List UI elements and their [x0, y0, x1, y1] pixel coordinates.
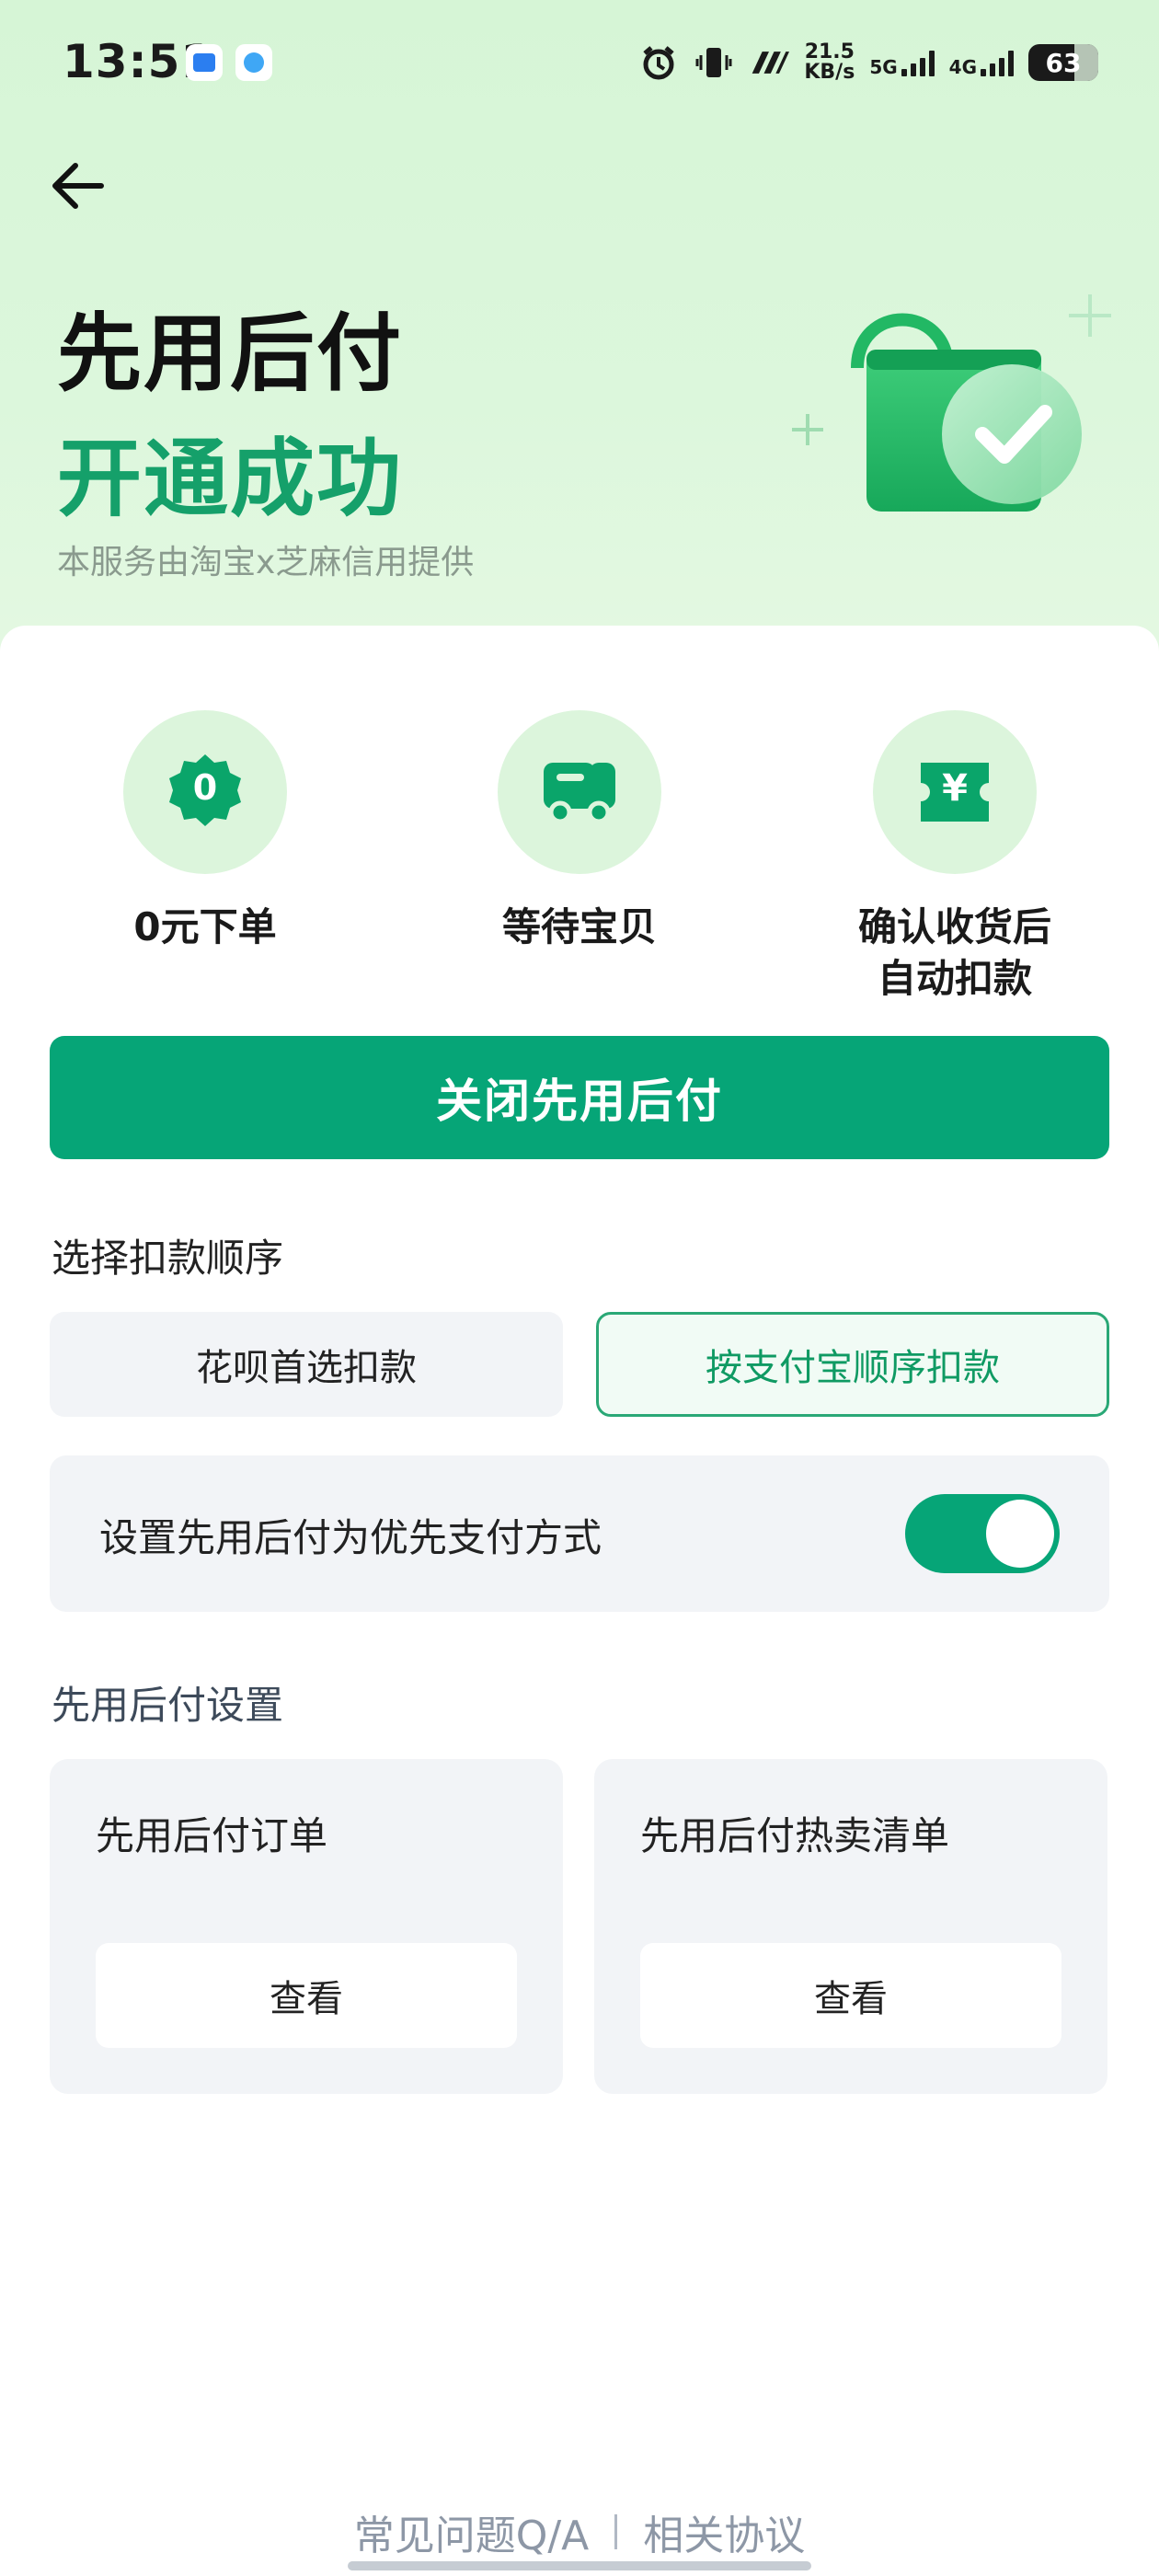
provider-text: 本服务由淘宝x芝麻信用提供: [57, 544, 475, 581]
success-title: 开通成功: [57, 430, 404, 528]
back-arrow-icon: [52, 163, 104, 209]
zero-badge-text: 0: [192, 767, 218, 808]
nfc-icon: [749, 42, 790, 83]
agreement-link[interactable]: 相关协议: [643, 2502, 805, 2561]
feature-icon-bg: [498, 710, 661, 874]
shopping-bag-check-illustration: [782, 276, 1122, 552]
back-button[interactable]: [48, 158, 112, 213]
feature-auto-deduct: ¥ 确认收货后 自动扣款: [817, 710, 1093, 1005]
delivery-truck-icon: [544, 763, 615, 824]
priority-payment-label: 设置先用后付为优先支付方式: [99, 1515, 602, 1560]
feature-wait-delivery: 等待宝贝: [442, 710, 717, 953]
signal-5g: 5G: [869, 49, 935, 78]
footer-links: 常见问题Q/A 相关协议: [0, 2502, 1159, 2561]
page-title: 先用后付: [57, 305, 404, 403]
feature-zero-order: 0 0元下单: [67, 710, 343, 953]
feature-icon-bg: 0: [123, 710, 287, 874]
feature-icon-bg: ¥: [873, 710, 1037, 874]
option-huabei-first[interactable]: 花呗首选扣款: [50, 1312, 563, 1417]
toggle-knob: [986, 1500, 1054, 1568]
battery-level: 63: [1045, 48, 1082, 78]
faq-link[interactable]: 常见问题Q/A: [354, 2502, 590, 2561]
feature-label: 确认收货后 自动扣款: [857, 904, 1051, 1001]
home-indicator[interactable]: [348, 2561, 811, 2570]
yuan-badge-text: ¥: [942, 767, 968, 810]
feature-label: 等待宝贝: [501, 904, 657, 949]
net-label-4g: 4G: [948, 56, 977, 78]
priority-payment-row: 设置先用后付为优先支付方式: [50, 1455, 1109, 1612]
deduction-order-title: 选择扣款顺序: [52, 1236, 284, 1281]
notification-app-icon-2: [235, 44, 272, 81]
battery-icon: 63: [1028, 44, 1098, 81]
hot-list-card: 先用后付热卖清单 查看: [594, 1759, 1107, 2094]
status-indicators: 21.5 KB/s 5G 4G 63: [638, 37, 1098, 88]
network-speed: 21.5 KB/s: [804, 42, 855, 83]
signal-4g: 4G: [949, 49, 1014, 76]
priority-payment-toggle[interactable]: [905, 1494, 1060, 1573]
signal-bars-icon: [901, 49, 935, 76]
status-bar: 13:51 21.5 KB/s 5G 4G 63: [0, 0, 1159, 129]
speed-unit: KB/s: [804, 61, 855, 84]
vibrate-icon: [694, 42, 734, 83]
view-orders-button[interactable]: 查看: [96, 1943, 517, 2048]
close-service-button[interactable]: 关闭先用后付: [50, 1036, 1109, 1159]
speed-value: 21.5: [804, 40, 855, 63]
feature-label: 0元下单: [133, 904, 277, 949]
hot-list-card-title: 先用后付热卖清单: [640, 1813, 950, 1858]
signal-bars-icon: [981, 49, 1014, 76]
settings-title: 先用后付设置: [52, 1683, 284, 1728]
view-hot-list-button[interactable]: 查看: [640, 1943, 1061, 2048]
footer-divider: [614, 2514, 618, 2549]
notification-app-icon: [186, 44, 223, 81]
orders-card-title: 先用后付订单: [96, 1813, 328, 1858]
orders-card: 先用后付订单 查看: [50, 1759, 563, 2094]
alarm-icon: [638, 42, 679, 83]
net-label-5g: 5G: [869, 56, 898, 78]
option-alipay-order[interactable]: 按支付宝顺序扣款: [596, 1312, 1109, 1417]
